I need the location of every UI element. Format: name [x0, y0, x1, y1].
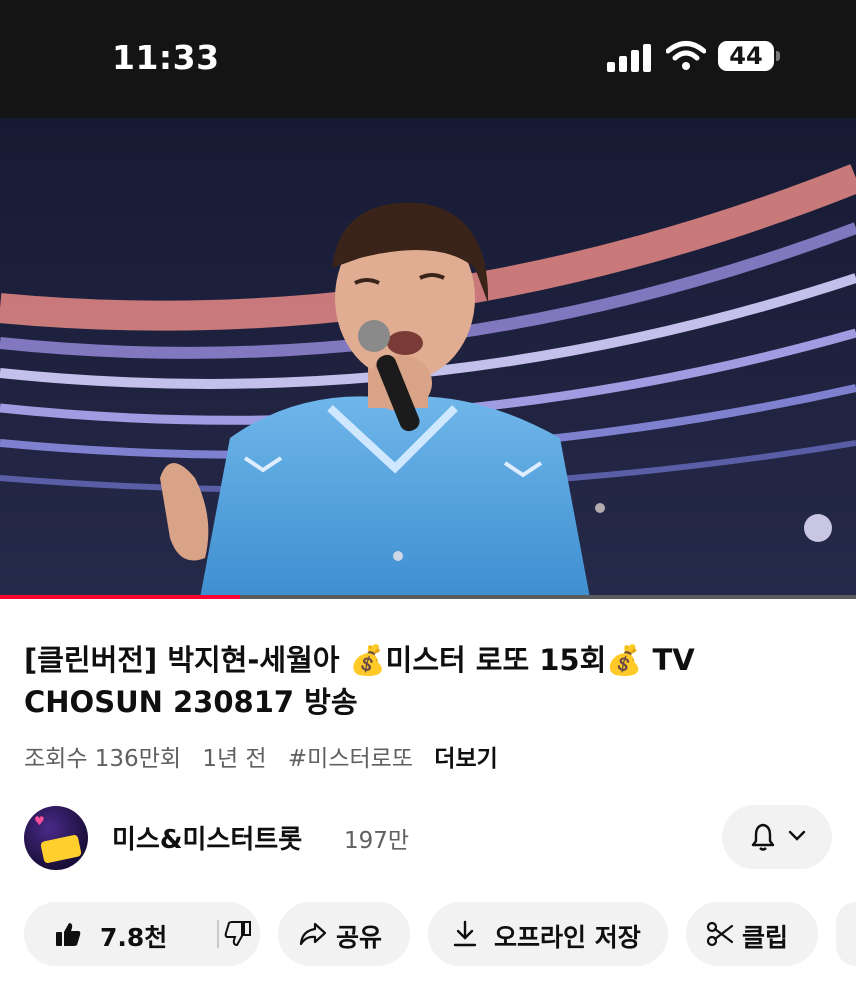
hashtag-link[interactable]: #미스터로또 [288, 746, 413, 772]
share-label: 공유 [336, 923, 383, 952]
subscription-bell-button[interactable] [722, 805, 832, 869]
action-bar: 7.8천 공유 오프라인 저장 클립 [0, 902, 856, 966]
offline-save-button[interactable]: 오프라인 저장 [428, 902, 668, 966]
clip-label: 클립 [742, 923, 789, 952]
video-title[interactable]: [클린버전] 박지현-세월아 💰미스터 로또 15회💰 TV CHOSUN 23… [24, 639, 824, 723]
status-time: 11:33 [112, 38, 220, 77]
channel-name[interactable]: 미스&미스터트롯 [112, 819, 302, 856]
share-button[interactable]: 공유 [278, 902, 410, 966]
thumbs-up-icon[interactable] [54, 920, 82, 948]
video-player[interactable] [0, 118, 856, 598]
subscriber-count: 197만 [344, 828, 410, 854]
clip-button[interactable]: 클립 [686, 902, 818, 966]
status-bar: 11:33 44 [0, 0, 856, 118]
upload-age: 1년 전 [202, 746, 267, 772]
more-actions-pill[interactable] [836, 902, 856, 966]
avatar-art: ♥ [34, 814, 45, 828]
battery-tip [776, 51, 780, 61]
wifi-icon [666, 41, 706, 70]
thumbs-down-icon[interactable] [224, 920, 252, 948]
offline-save-label: 오프라인 저장 [494, 923, 641, 952]
video-frame [0, 118, 856, 598]
channel-avatar[interactable]: ♥ [24, 806, 88, 870]
like-divider [217, 920, 219, 948]
channel-row[interactable]: ♥ 미스&미스터트롯 197만 [0, 799, 856, 879]
video-info-panel: [클린버전] 박지현-세월아 💰미스터 로또 15회💰 TV CHOSUN 23… [0, 599, 856, 982]
video-meta[interactable]: 조회수 136만회 1년 전 #미스터로또 더보기 [24, 739, 512, 773]
share-icon [299, 922, 327, 946]
view-count: 조회수 136만회 [24, 746, 182, 772]
avatar-art-label [40, 834, 82, 864]
signal-icon [607, 44, 653, 72]
more-button[interactable]: 더보기 [434, 746, 497, 772]
battery-level: 44 [718, 41, 774, 71]
chevron-down-icon [788, 830, 806, 841]
like-dislike-pill: 7.8천 [24, 902, 260, 966]
bell-icon [751, 823, 775, 851]
scissors-icon [706, 921, 734, 947]
like-count[interactable]: 7.8천 [100, 918, 167, 954]
download-icon [453, 920, 477, 947]
